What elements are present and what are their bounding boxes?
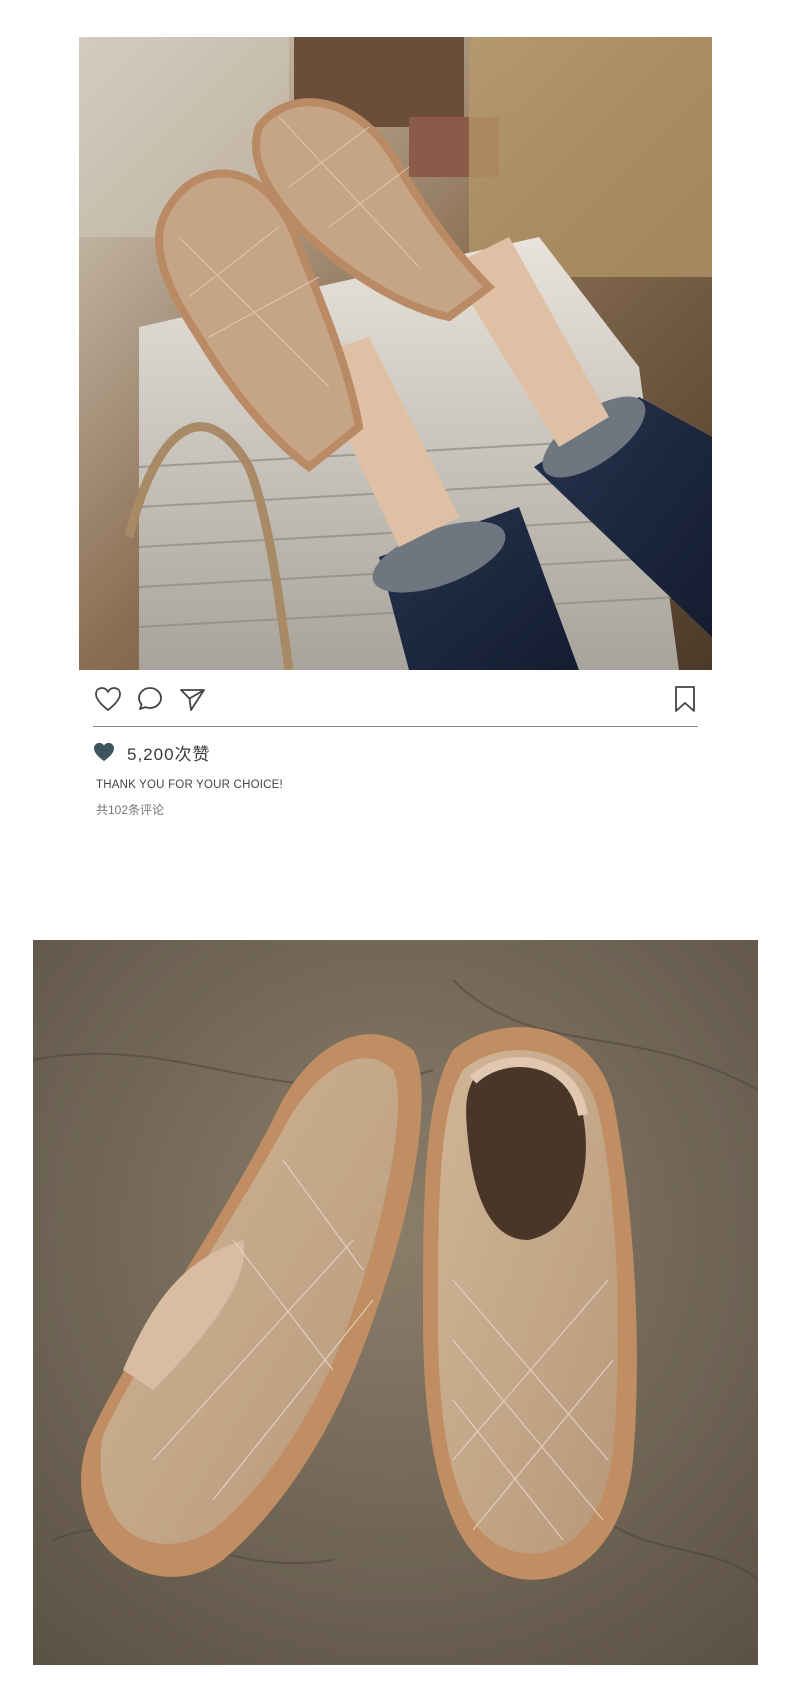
paper-plane-icon[interactable] [177, 684, 207, 714]
post-action-bar [93, 684, 698, 718]
post-caption: THANK YOU FOR YOUR CHOICE! [96, 779, 283, 791]
likes-row[interactable]: 5,200次赞 [93, 741, 211, 764]
heart-filled-icon [94, 742, 114, 762]
bookmark-icon[interactable] [672, 684, 698, 714]
view-comments-link[interactable]: 共102条评论 [96, 801, 164, 818]
heart-outline-icon[interactable] [93, 684, 123, 714]
post-photo [79, 37, 712, 670]
likes-count: 5,200次赞 [127, 744, 211, 764]
divider [93, 726, 698, 727]
product-detail-photo [33, 940, 758, 1665]
speech-bubble-icon[interactable] [135, 684, 165, 714]
